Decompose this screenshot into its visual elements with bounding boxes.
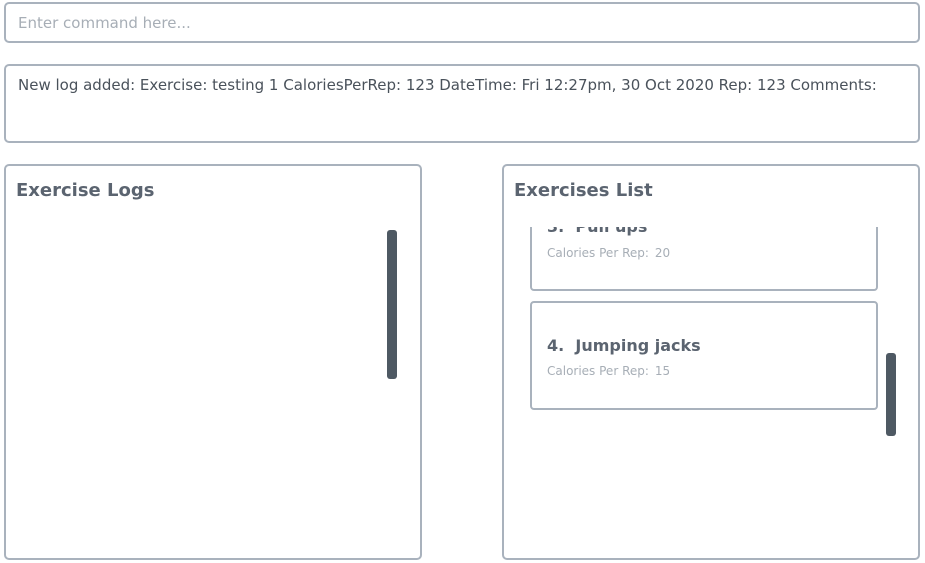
exercises-list-panel: Exercises List 3. Pull ups Calories Per … — [502, 164, 920, 560]
calories-value: 20 — [654, 246, 671, 260]
exercise-index: 4. — [547, 336, 565, 355]
exercise-name-text: Jumping jacks — [575, 336, 701, 355]
exercise-index: 3. — [547, 227, 564, 236]
result-message: New log added: Exercise: testing 1 Calor… — [18, 76, 877, 94]
calories-value: 15 — [654, 364, 671, 378]
exercise-calories: Calories Per Rep: 15 — [547, 364, 670, 378]
calories-label: Calories Per Rep: — [547, 364, 649, 378]
calories-label: Calories Per Rep: — [547, 246, 649, 260]
command-box — [4, 2, 920, 43]
exercise-logs-panel: Exercise Logs — [4, 164, 422, 560]
exercises-scrollbar-thumb[interactable] — [886, 353, 896, 436]
exercise-calories: Calories Per Rep: 20 — [547, 246, 670, 260]
list-item[interactable]: 4. Jumping jacks Calories Per Rep: 15 — [530, 301, 878, 410]
logs-scrollbar-thumb[interactable] — [387, 230, 397, 379]
exercises-list-title: Exercises List — [514, 180, 653, 201]
list-item[interactable]: 3. Pull ups Calories Per Rep: 20 — [530, 227, 878, 291]
exercise-logs-title: Exercise Logs — [16, 180, 155, 201]
command-input[interactable] — [6, 4, 918, 41]
exercises-list: 3. Pull ups Calories Per Rep: 20 4. Jumpi… — [530, 227, 880, 557]
exercise-name: 3. Pull ups — [547, 227, 647, 236]
exercise-name: 4. Jumping jacks — [547, 336, 701, 355]
app-window: New log added: Exercise: testing 1 Calor… — [0, 0, 925, 563]
exercise-name-text: Pull ups — [575, 227, 647, 236]
result-display: New log added: Exercise: testing 1 Calor… — [4, 64, 920, 143]
